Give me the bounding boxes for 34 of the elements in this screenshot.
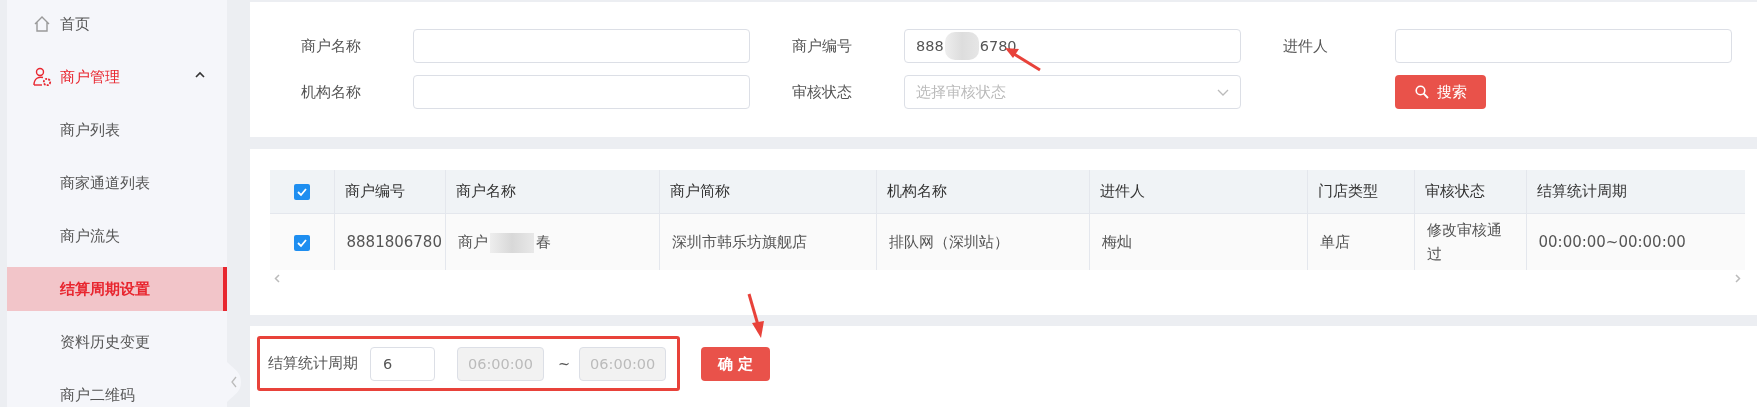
field-label: 商户编号 — [792, 36, 853, 56]
column-header: 商户编号 — [334, 170, 445, 214]
confirm-button[interactable]: 确 定 — [701, 347, 770, 381]
column-header: 机构名称 — [876, 170, 1089, 214]
column-header: 进件人 — [1089, 170, 1307, 214]
column-header: 商户名称 — [445, 170, 659, 214]
table-cell: 排队网（深圳站） — [876, 213, 1089, 270]
table-cell: 8881806780 — [334, 213, 445, 270]
field-label: 机构名称 — [301, 82, 362, 102]
table-cell: 修改审核通过 — [1414, 213, 1526, 270]
table-cell: 梅灿 — [1089, 213, 1307, 270]
menu-item[interactable]: 资料历史变更 — [7, 320, 227, 364]
cell-text: 春 — [535, 233, 551, 251]
column-header: 审核状态 — [1414, 170, 1526, 214]
column-header: 门店类型 — [1307, 170, 1414, 214]
table-cell: 单店 — [1307, 213, 1414, 270]
menu-group[interactable]: 商户管理 — [7, 55, 227, 99]
column-header: 结算统计周期 — [1526, 170, 1745, 214]
search-button[interactable]: 搜索 — [1395, 75, 1486, 109]
menu-item[interactable]: 商家通道列表 — [7, 161, 227, 205]
menu-item[interactable]: 商户流失 — [7, 214, 227, 258]
field-label: 结算统计周期 — [268, 354, 358, 373]
field-label: 审核状态 — [792, 82, 853, 102]
table-cell: 深圳市韩乐坊旗舰店 — [659, 213, 876, 270]
menu-item[interactable]: 首页 — [7, 2, 227, 46]
column-header: 商户简称 — [659, 170, 876, 214]
range-separator: ~ — [558, 355, 571, 372]
input-field[interactable]: 6 — [370, 346, 435, 381]
cell-text: 商户 — [457, 233, 488, 251]
menu-item[interactable]: 商户二维码 — [7, 373, 227, 407]
table-cell: 00:00:00~00:00:00 — [1526, 213, 1745, 270]
menu-item[interactable]: 商户列表 — [7, 108, 227, 152]
field-label: 进件人 — [1283, 36, 1329, 56]
field-label: 商户名称 — [301, 36, 362, 56]
